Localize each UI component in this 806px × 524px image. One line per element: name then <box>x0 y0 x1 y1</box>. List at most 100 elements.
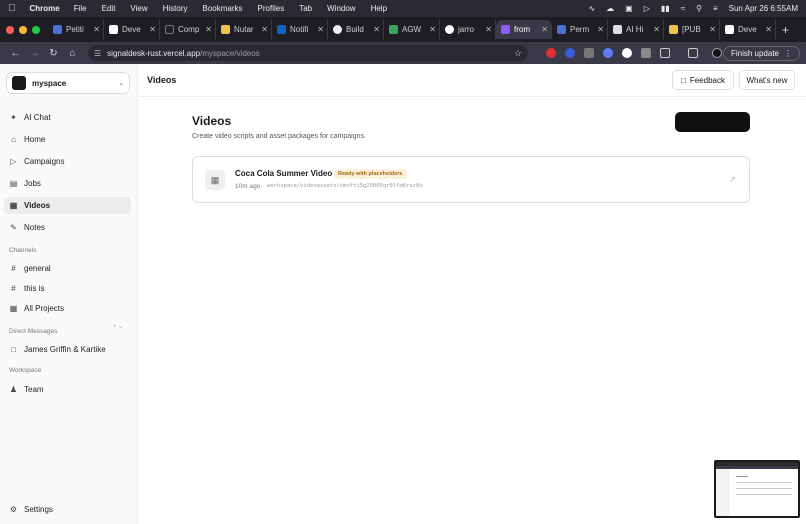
browser-tab[interactable]: AGW ✕ <box>384 20 440 39</box>
control-center-icon[interactable]: ≡ <box>713 4 718 13</box>
video-asset-path: workspace/videoassets/cmofti5g20005qr0lf… <box>267 183 423 189</box>
tab-favicon-icon <box>501 25 510 34</box>
browser-tab[interactable]: [PUB ✕ <box>664 20 720 39</box>
profile-avatar-icon[interactable] <box>712 48 722 58</box>
extension-blue-icon[interactable] <box>565 48 575 58</box>
menu-view[interactable]: View <box>130 4 147 13</box>
menu-file[interactable]: File <box>74 4 87 13</box>
more-options-icon[interactable]: ⋮ <box>784 49 792 58</box>
close-tab-icon[interactable]: ✕ <box>541 25 548 34</box>
play-icon[interactable]: ▷ <box>644 4 650 13</box>
grid-icon: ▦ <box>9 304 18 313</box>
menubar-status-area: ∿ ☁ ▣ ▷ ▮▮ ≈ ⚲ ≡ Sun Apr 26 6:55AM <box>588 4 798 13</box>
back-icon[interactable]: ← <box>6 48 25 59</box>
bookmark-star-icon[interactable]: ☆ <box>514 48 522 59</box>
close-tab-icon[interactable]: ✕ <box>205 25 212 34</box>
tab-label: Build <box>346 25 364 34</box>
close-tab-icon[interactable]: ✕ <box>373 25 380 34</box>
nav-item-videos[interactable]: ▦ Videos <box>4 197 131 214</box>
close-tab-icon[interactable]: ✕ <box>429 25 436 34</box>
close-tab-icon[interactable]: ✕ <box>597 25 604 34</box>
menu-history[interactable]: History <box>163 4 188 13</box>
menu-bookmarks[interactable]: Bookmarks <box>203 4 243 13</box>
tab-label: Notifi <box>290 25 309 34</box>
menu-app-name[interactable]: Chrome <box>30 4 60 13</box>
nav-item-all-projects[interactable]: ▦ All Projects <box>4 300 131 317</box>
extension-gear-icon[interactable] <box>603 48 613 58</box>
menu-tab[interactable]: Tab <box>299 4 312 13</box>
browser-tab[interactable]: Notifi ✕ <box>272 20 328 39</box>
apple-icon[interactable]:  <box>8 3 16 14</box>
forward-icon[interactable]: → <box>25 48 44 59</box>
nav-item-settings[interactable]: ⚙ Settings <box>4 501 131 518</box>
close-tab-icon[interactable]: ✕ <box>149 25 156 34</box>
tab-favicon-icon <box>277 25 286 34</box>
browser-tab[interactable]: Deve ✕ <box>104 20 160 39</box>
tab-favicon-icon <box>109 25 118 34</box>
side-panel-icon[interactable] <box>688 48 698 58</box>
browser-tab[interactable]: Deve ✕ <box>720 20 776 39</box>
menu-help[interactable]: Help <box>371 4 387 13</box>
new-tab-icon[interactable]: + <box>782 23 789 37</box>
nav-item-notes[interactable]: ✎ Notes <box>4 219 131 236</box>
extension-red-icon[interactable] <box>546 48 556 58</box>
address-bar[interactable]: ☰ signaldesk-rust.vercel.app/myspace/vid… <box>88 45 528 61</box>
close-tab-icon[interactable]: ✕ <box>485 25 492 34</box>
nav-label: Notes <box>24 223 45 232</box>
nav-item-campaigns[interactable]: ▷ Campaigns <box>4 153 131 170</box>
reload-icon[interactable]: ↻ <box>44 48 63 59</box>
browser-tab[interactable]: Perm ✕ <box>552 20 608 39</box>
menubar-clock[interactable]: Sun Apr 26 6:55AM <box>729 4 798 13</box>
external-link-icon[interactable]: ↗ <box>729 175 736 184</box>
nav-label: All Projects <box>24 304 65 313</box>
close-tab-icon[interactable]: ✕ <box>317 25 324 34</box>
nav-item-team[interactable]: ♟ Team <box>4 381 131 398</box>
video-card[interactable]: ▦ Coca Cola Summer Video Ready with plac… <box>192 156 750 203</box>
close-tab-icon[interactable]: ✕ <box>709 25 716 34</box>
channel-item-this-is[interactable]: # this is <box>4 280 131 297</box>
close-window-icon[interactable] <box>6 25 14 34</box>
wifi-icon[interactable]: ≈ <box>681 4 685 13</box>
search-icon[interactable]: ⚲ <box>696 4 702 13</box>
tab-favicon-icon <box>557 25 566 34</box>
nav-item-ai-chat[interactable]: ✦ AI Chat <box>4 109 131 126</box>
browser-tab[interactable]: Petiti ✕ <box>48 20 104 39</box>
close-tab-icon[interactable]: ✕ <box>261 25 268 34</box>
close-tab-icon[interactable]: ✕ <box>93 25 100 34</box>
add-icon[interactable]: + ⌄ <box>113 323 123 330</box>
new-video-button[interactable] <box>675 112 750 132</box>
site-settings-icon[interactable]: ☰ <box>94 49 101 58</box>
dm-item[interactable]: □ James Griffin & Kartike <box>4 341 131 358</box>
minimize-window-icon[interactable] <box>19 25 27 34</box>
browser-tab[interactable]: Nutar ✕ <box>216 20 272 39</box>
menu-edit[interactable]: Edit <box>102 4 116 13</box>
voice-icon[interactable]: ∿ <box>588 4 595 13</box>
nav-item-jobs[interactable]: ▤ Jobs <box>4 175 131 192</box>
menu-profiles[interactable]: Profiles <box>258 4 285 13</box>
finish-update-button[interactable]: Finish update ⋮ <box>722 45 800 61</box>
cloud-icon[interactable]: ☁ <box>606 4 614 13</box>
extension-slash-icon[interactable] <box>584 48 594 58</box>
car-icon[interactable]: ▣ <box>625 4 633 13</box>
nav-item-home[interactable]: ⌂ Home <box>4 131 131 148</box>
screenshot-preview-thumbnail[interactable] <box>714 460 800 518</box>
close-tab-icon[interactable]: ✕ <box>653 25 660 34</box>
close-tab-icon[interactable]: ✕ <box>765 25 772 34</box>
home-icon[interactable]: ⌂ <box>63 48 82 59</box>
browser-tab[interactable]: AI Hi ✕ <box>608 20 664 39</box>
workspace-switcher[interactable]: myspace ⌄ <box>6 72 130 94</box>
menu-window[interactable]: Window <box>327 4 355 13</box>
browser-tab[interactable]: Build ✕ <box>328 20 384 39</box>
extensions-puzzle-icon[interactable] <box>660 48 670 58</box>
whats-new-button[interactable]: What's new <box>739 70 795 90</box>
browser-tab[interactable]: Comp ✕ <box>160 20 216 39</box>
maximize-window-icon[interactable] <box>32 25 40 34</box>
browser-tab[interactable]: jarro ✕ <box>440 20 496 39</box>
feedback-button[interactable]: □ Feedback <box>672 70 734 90</box>
battery-icon[interactable]: ▮▮ <box>661 4 670 13</box>
extension-white-icon[interactable] <box>622 48 632 58</box>
preview-line <box>736 482 792 483</box>
browser-tab-active[interactable]: from ✕ <box>496 20 552 39</box>
channel-item-general[interactable]: # general <box>4 260 131 277</box>
extension-m-icon[interactable] <box>641 48 651 58</box>
